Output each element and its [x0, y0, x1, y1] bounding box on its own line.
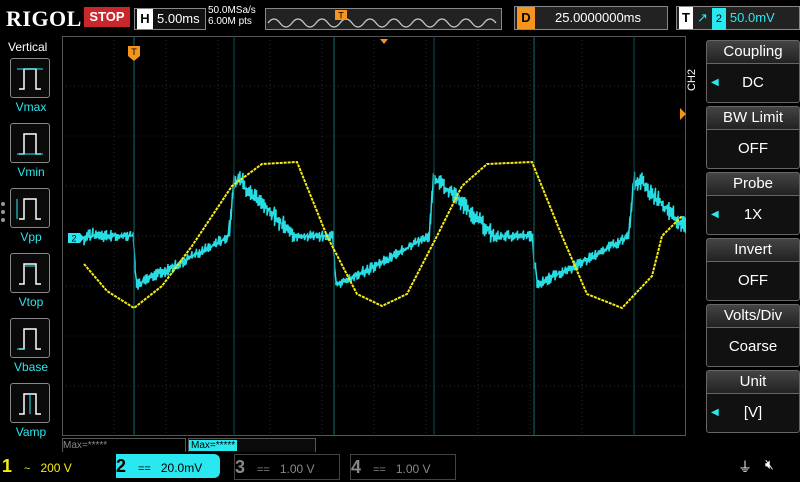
invert-header: Invert	[706, 238, 800, 261]
usb-icon: ⏚	[738, 459, 752, 475]
probe-value: 1X	[743, 206, 763, 223]
channel-status-bar: 1 ~200 V 2 == 20.0mV 3 == 1.00 V 4 == 1.00 V ⏚ …	[0, 452, 800, 480]
bw-limit-value: OFF	[738, 140, 768, 157]
menu-bw-limit[interactable]: BW Limit OFF	[706, 106, 800, 169]
page-dots-icon	[1, 202, 5, 226]
trigger-source: 2	[711, 8, 726, 30]
measure-panel: Vertical Vmax Vmin Vpp Vtop Vbase Vamp	[0, 36, 62, 452]
trigger-level: 50.0mV	[729, 10, 775, 25]
graticule	[61, 35, 687, 437]
waveform-display[interactable]: T 2	[61, 35, 687, 437]
coupling-arrow-icon: ◀	[711, 77, 719, 88]
speaker-muted-icon[interactable]: 🔇︎	[765, 456, 774, 473]
ch4-number: 4	[351, 457, 362, 477]
menu-unit[interactable]: Unit ◀ [V]	[706, 370, 800, 433]
ch2-ground-label: 2	[71, 234, 76, 244]
vmax-icon	[17, 68, 43, 90]
ch1-stat-readout: Max=*****	[62, 438, 186, 453]
trigger-center-arrow-icon	[380, 39, 388, 44]
menu-volts-div[interactable]: Volts/Div Coarse	[706, 304, 800, 367]
vamp-icon	[19, 393, 41, 415]
unit-value: [V]	[743, 404, 763, 421]
ch1-number: 1	[2, 456, 13, 476]
measure-panel-title: Vertical	[8, 40, 48, 54]
vtop-label: Vtop	[18, 295, 44, 309]
ch3-number: 3	[235, 457, 246, 477]
ch3-scale: 1.00 V	[279, 462, 315, 476]
invert-value: OFF	[738, 272, 768, 289]
rising-edge-icon: ↗	[697, 10, 708, 25]
measure-vbase[interactable]: Vbase	[10, 318, 52, 374]
top-status-bar: RIGOL STOP H 5.00ms 50.0MSa/s 6.00M pts T…	[0, 0, 800, 36]
volts-div-value: Coarse	[728, 338, 778, 355]
ch2-scale: 20.0mV	[160, 461, 203, 475]
trigger-position-label: T	[131, 47, 137, 57]
ch2-number: 2	[116, 456, 127, 476]
timebase-tag: H	[137, 9, 153, 29]
measure-vpp[interactable]: Vpp	[10, 188, 52, 244]
ch4-scale: 1.00 V	[395, 462, 431, 476]
ch2-status[interactable]: 2 == 20.0mV	[116, 454, 220, 478]
ch4-coupling-icon: ==	[373, 464, 386, 476]
unit-arrow-icon: ◀	[711, 407, 719, 418]
ch2-ground-marker: 2	[68, 233, 84, 244]
ch3-coupling-icon: ==	[257, 464, 270, 476]
measure-vmax[interactable]: Vmax	[10, 58, 52, 114]
vmax-label: Vmax	[15, 100, 47, 114]
acquisition-info: 50.0MSa/s 6.00M pts	[208, 5, 256, 27]
probe-header: Probe	[706, 172, 800, 195]
sample-rate: 50.0MSa/s	[208, 5, 256, 16]
ch2-stat-text: Max=*****	[189, 440, 238, 451]
vpp-icon	[16, 198, 41, 220]
unit-header: Unit	[706, 370, 800, 393]
channel-tab: CH2	[686, 69, 698, 92]
measure-vmin[interactable]: Vmin	[10, 123, 52, 179]
coupling-header: Coupling	[706, 40, 800, 63]
ch3-status[interactable]: 3 == 1.00 V	[234, 454, 340, 480]
rigol-logo: RIGOL	[6, 6, 82, 31]
memory-depth: 6.00M pts	[208, 16, 252, 27]
coupling-value: DC	[742, 74, 764, 91]
delay-readout[interactable]: D 25.0000000ms	[514, 6, 668, 30]
menu-coupling[interactable]: Coupling ◀ DC	[706, 40, 800, 103]
channel-menu: Coupling ◀ DC BW Limit OFF Probe ◀ 1X Inve…	[703, 36, 800, 452]
delay-value: 25.0000000ms	[555, 10, 642, 25]
bw-limit-header: BW Limit	[706, 106, 800, 129]
vtop-icon	[19, 263, 41, 285]
ch4-status[interactable]: 4 == 1.00 V	[350, 454, 456, 480]
vamp-label: Vamp	[15, 425, 47, 439]
timebase-value: 5.00ms	[157, 11, 200, 26]
measure-vamp[interactable]: Vamp	[10, 383, 52, 439]
timebase-readout[interactable]: H 5.00ms	[134, 8, 206, 30]
trigger-tag: T	[679, 7, 693, 29]
delay-tag: D	[517, 7, 535, 29]
trigger-readout[interactable]: T ↗ 2 50.0mV	[676, 6, 800, 30]
vpp-label: Vpp	[20, 230, 42, 244]
probe-arrow-icon: ◀	[711, 209, 719, 220]
menu-probe[interactable]: Probe ◀ 1X	[706, 172, 800, 235]
vbase-icon	[17, 328, 41, 350]
waveform-canvas[interactable]: T 2	[61, 35, 687, 437]
vbase-label: Vbase	[13, 360, 49, 374]
menu-invert[interactable]: Invert OFF	[706, 238, 800, 301]
ch1-status[interactable]: 1 ~200 V	[2, 454, 110, 478]
volts-div-header: Volts/Div	[706, 304, 800, 327]
ch2-stat-readout: Max=*****	[188, 438, 316, 453]
ch1-coupling-icon: ~	[24, 463, 31, 475]
trigger-position-marker: T	[128, 46, 140, 61]
run-stop-status[interactable]: STOP	[84, 7, 130, 27]
memory-trigger-label: T	[338, 11, 344, 21]
vmin-label: Vmin	[17, 165, 45, 179]
ch2-coupling-icon: ==	[138, 463, 151, 475]
vmin-icon	[17, 133, 43, 155]
ch1-scale: 200 V	[40, 461, 72, 475]
measure-vtop[interactable]: Vtop	[10, 253, 52, 309]
memory-overview: T	[265, 8, 502, 30]
memory-waveform: T	[267, 10, 497, 28]
